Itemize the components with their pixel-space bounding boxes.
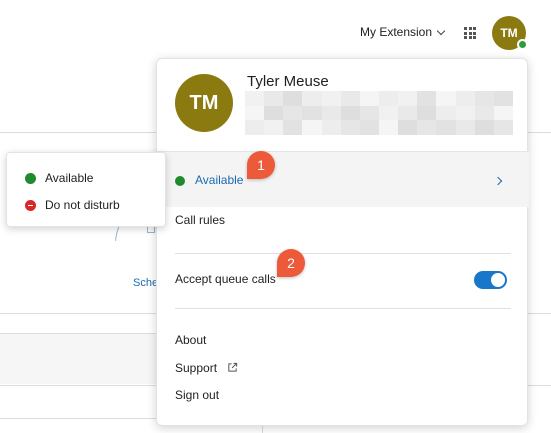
- external-link-icon: [228, 362, 238, 372]
- schedule-label[interactable]: Sche: [133, 277, 158, 289]
- do-not-disturb-icon: [25, 199, 36, 211]
- header-divider: [0, 132, 160, 133]
- callout-number: 2: [287, 255, 295, 271]
- right-panel-divider: [528, 132, 551, 133]
- status-option-do-not-disturb[interactable]: Do not disturb: [25, 198, 120, 212]
- call-rules-item[interactable]: Call rules: [175, 213, 225, 227]
- presence-status-dot: [517, 39, 528, 50]
- my-extension-dropdown[interactable]: My Extension: [360, 25, 446, 39]
- status-option-label: Do not disturb: [45, 198, 120, 212]
- status-option-label: Available: [45, 171, 94, 185]
- avatar-initials: TM: [500, 26, 518, 40]
- callout-1-badge: 1: [247, 151, 275, 179]
- avatar-initials: TM: [189, 91, 219, 114]
- avatar: TM: [175, 74, 233, 132]
- user-name: Tyler Meuse: [247, 73, 329, 90]
- presence-status-selector[interactable]: Available: [157, 151, 529, 207]
- profile-menu: TM Tyler Meuse Available Call rules Acce…: [156, 58, 529, 426]
- support-item[interactable]: Support: [175, 361, 217, 375]
- column-divider: [262, 426, 263, 433]
- table-row: [0, 334, 170, 384]
- row-divider: [0, 333, 160, 334]
- available-status-icon: [25, 172, 36, 184]
- menu-divider: [175, 253, 511, 254]
- menu-divider: [175, 308, 511, 309]
- status-options-flyout: Available Do not disturb: [6, 152, 166, 227]
- callout-2-badge: 2: [277, 249, 305, 277]
- chevron-down-icon: [436, 26, 446, 35]
- accept-queue-calls-label: Accept queue calls: [175, 272, 276, 286]
- available-status-icon: [175, 176, 185, 186]
- row-divider: [0, 418, 160, 419]
- panel-divider: [0, 313, 160, 314]
- callout-number: 1: [257, 157, 265, 173]
- chevron-right-icon: [493, 176, 503, 186]
- my-extension-label: My Extension: [360, 25, 433, 39]
- presence-status-label: Available: [195, 173, 244, 187]
- right-panel-divider: [528, 313, 551, 314]
- accept-queue-calls-toggle[interactable]: [474, 271, 507, 289]
- redacted-user-details: [245, 91, 513, 135]
- row-divider: [0, 385, 160, 386]
- right-panel-divider: [528, 385, 551, 386]
- about-item[interactable]: About: [175, 333, 206, 347]
- toggle-knob: [491, 273, 505, 287]
- sign-out-item[interactable]: Sign out: [175, 388, 219, 402]
- app-launcher-grid-icon[interactable]: [464, 27, 476, 39]
- status-option-available[interactable]: Available: [25, 171, 93, 185]
